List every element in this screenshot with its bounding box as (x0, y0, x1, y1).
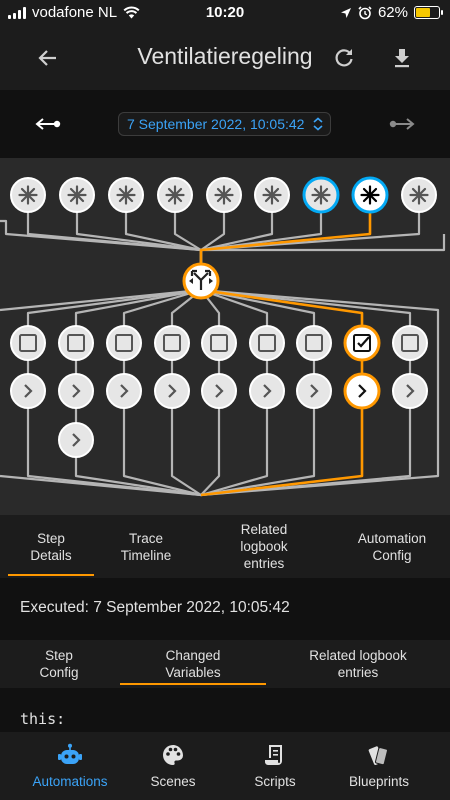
detail-tabs: Step Config Changed Variables Related lo… (0, 640, 450, 688)
trigger-node (10, 177, 46, 213)
asterisk-icon (18, 185, 38, 205)
graph-edge (122, 391, 202, 497)
nav-scenes[interactable]: Scenes (130, 732, 216, 800)
choose-node (182, 262, 220, 300)
nav-scripts-label: Scripts (254, 774, 296, 789)
battery-percent: 62% (377, 4, 408, 21)
trigger-node (206, 177, 242, 213)
tab-step-config[interactable]: Step Config (14, 640, 104, 688)
trace-graph-canvas (0, 176, 446, 497)
previous-trace-button[interactable] (26, 102, 70, 146)
active-tab-indicator (8, 574, 94, 576)
robot-icon (58, 743, 82, 764)
condition-node (10, 325, 46, 361)
action-node (343, 372, 381, 410)
tab-automation-config[interactable]: Automation Config (338, 515, 446, 578)
app-bar: Ventilatieregeling (0, 26, 450, 90)
trigger-node (108, 177, 144, 213)
executed-timestamp: Executed: 7 September 2022, 10:05:42 (0, 578, 450, 640)
trigger-node (59, 177, 95, 213)
condition-node (154, 325, 190, 361)
executed-text: Executed: 7 September 2022, 10:05:42 (20, 599, 290, 616)
action-node (58, 422, 94, 458)
code-first-line: this: (20, 710, 66, 728)
changed-variables-code: this: (0, 688, 450, 732)
action-node (296, 373, 332, 409)
action-node (154, 373, 190, 409)
action-node (392, 373, 428, 409)
asterisk-icon (262, 185, 282, 205)
nav-automations-label: Automations (32, 774, 108, 789)
nav-blueprints[interactable]: Blueprints (336, 732, 422, 800)
condition-node (58, 325, 94, 361)
action-node (106, 373, 142, 409)
asterisk-icon (214, 185, 234, 205)
ray-start-arrow-icon (35, 118, 61, 130)
ray-end-arrow-icon (389, 118, 415, 130)
trace-datetime-value: 7 September 2022, 10:05:42 (127, 116, 305, 132)
next-trace-button[interactable] (380, 102, 424, 146)
download-icon (395, 49, 409, 68)
active-detail-tab-indicator (120, 683, 266, 685)
battery-icon (414, 6, 443, 19)
nav-blueprints-label: Blueprints (348, 774, 410, 789)
tab-related-logbook-entries[interactable]: Related logbook entries (216, 515, 312, 578)
nav-scripts[interactable]: Scripts (232, 732, 318, 800)
condition-node (201, 325, 237, 361)
nav-automations[interactable]: Automations (22, 732, 118, 800)
trace-selector: 7 September 2022, 10:05:42 (0, 90, 450, 158)
tab-trace-timeline[interactable]: Trace Timeline (100, 515, 192, 578)
asterisk-icon (67, 185, 87, 205)
condition-node (343, 324, 381, 362)
trigger-node (157, 177, 193, 213)
trace-graph (0, 158, 450, 515)
refresh-button[interactable] (322, 36, 366, 80)
condition-node (249, 325, 285, 361)
action-node (10, 373, 46, 409)
download-button[interactable] (380, 36, 424, 80)
palette-icon (163, 745, 183, 765)
condition-node (106, 325, 142, 361)
asterisk-icon (409, 185, 429, 205)
location-arrow-icon (340, 7, 351, 18)
tab-related-logbook[interactable]: Related logbook entries (288, 640, 428, 688)
asterisk-icon (116, 185, 136, 205)
status-bar: vodafone NL 10:20 62% (0, 0, 450, 26)
tab-step-details[interactable]: Step Details (8, 515, 94, 578)
condition-node (296, 325, 332, 361)
trigger-node (351, 176, 389, 214)
action-node (58, 373, 94, 409)
main-tabs: Step Details Trace Timeline Related logb… (0, 515, 450, 578)
trigger-node (254, 177, 290, 213)
graph-edge (74, 440, 202, 497)
asterisk-icon (165, 185, 185, 205)
alarm-icon (358, 5, 372, 19)
trace-datetime-select[interactable]: 7 September 2022, 10:05:42 (118, 112, 331, 136)
trigger-node (302, 176, 340, 214)
asterisk-icon (360, 185, 380, 205)
tab-changed-variables[interactable]: Changed Variables (120, 640, 266, 688)
asterisk-icon (311, 185, 331, 205)
trigger-node (401, 177, 437, 213)
bottom-navigation: Automations Scenes Scripts Blueprints (0, 732, 450, 800)
refresh-icon (335, 49, 353, 67)
unfold-icon (313, 117, 323, 131)
action-node (201, 373, 237, 409)
condition-node (392, 325, 428, 361)
script-icon (265, 745, 282, 765)
nav-scenes-label: Scenes (150, 774, 196, 789)
action-node (249, 373, 285, 409)
blueprint-icon (368, 746, 388, 766)
